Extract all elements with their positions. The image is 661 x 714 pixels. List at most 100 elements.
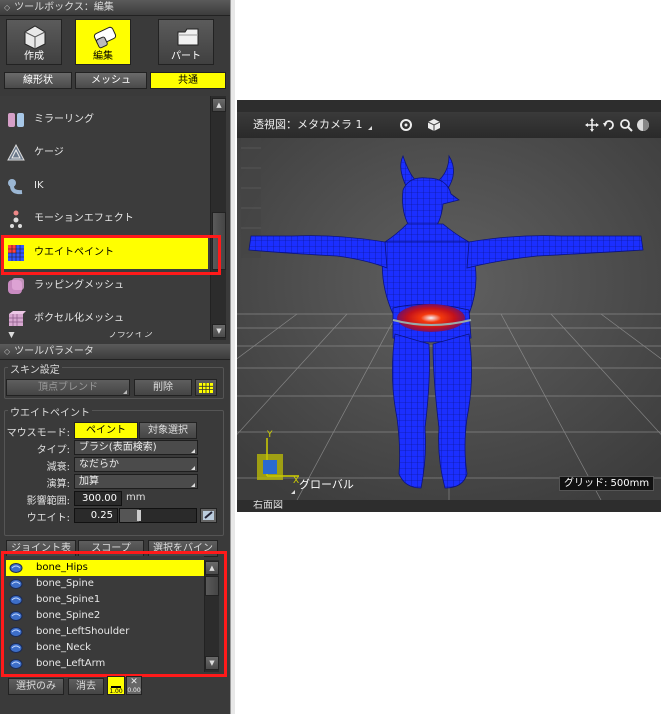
mode-label-part: パート [171,51,201,62]
weight-zero-label: 0.00 [127,687,141,694]
wrapping-mesh-icon [8,278,24,294]
bottom-view-title[interactable]: 右面図 [253,500,283,511]
dropdown-corner-icon [123,390,127,394]
cage-icon [7,143,25,161]
dropdown-corner-icon[interactable] [291,490,295,494]
tool-item-plugin-partial[interactable]: ▼ プラグイン [0,332,210,340]
vertex-blend-label: 頂点ブレンド [38,382,98,393]
influence-range-label: 影響範囲: [26,496,70,507]
weight-heatmap [397,304,465,332]
mode-button-part[interactable]: パート [158,19,214,65]
subtab-mesh[interactable]: メッシュ [75,72,147,89]
weight-one-button[interactable]: 1.00 [107,676,125,695]
ik-icon [8,179,23,195]
viewport-top-strip [237,100,661,112]
operation-value: 加算 [79,476,99,487]
move-icon[interactable] [585,118,599,132]
rotate-icon[interactable] [602,118,616,132]
influence-range-input[interactable]: 300.00 [74,491,122,506]
tool-item-motion-effect[interactable]: モーションエフェクト [2,203,208,235]
falloff-value: なだらか [79,459,119,470]
grid-icon [199,383,213,393]
collapse-icon[interactable]: ◇ [4,3,10,12]
weight-bars-icon [111,678,121,688]
tool-label: プラグイン [107,332,153,340]
voxel-mesh-icon [9,311,26,326]
mouse-mode-select-button[interactable]: 対象選択 [139,422,197,439]
motion-effect-icon [10,210,22,228]
tool-label: モーションエフェクト [34,213,134,224]
display-mode-icon[interactable] [636,118,650,132]
tool-item-cage[interactable]: ケージ [2,137,208,169]
dropdown-corner-icon [191,449,195,453]
tool-label: ラッピングメッシュ [34,280,124,291]
mode-button-create[interactable]: 作成 [6,19,62,65]
tool-label: ミラーリング [34,114,94,125]
vertex-blend-dropdown[interactable]: 頂点ブレンド [6,379,130,396]
scroll-down-icon[interactable]: ▼ [212,324,226,338]
mouse-mode-paint-button[interactable]: ペイント [74,422,138,439]
mode-label-create: 作成 [24,51,44,62]
weight-zero-button[interactable]: ✕ 0.00 [126,676,142,695]
zoom-icon[interactable] [619,118,633,132]
weight-paint-title: ウエイトペイント [8,404,92,419]
weight-slider-knob[interactable] [137,510,141,521]
clear-button[interactable]: 消去 [68,678,104,695]
target-icon[interactable] [399,118,413,132]
weight-label: ウエイト: [26,513,70,524]
tool-label: ボクセル化メッシュ [34,313,124,324]
tool-params-title: ツールパラメータ [14,346,94,357]
operation-label: 演算: [46,479,70,490]
tool-item-voxel-mesh[interactable]: ボクセル化メッシュ [2,303,208,335]
type-value: ブラシ(表面検索) [79,442,157,453]
tool-item-mirroring[interactable]: ミラーリング [2,104,208,136]
operation-dropdown[interactable]: 加算 [74,474,198,489]
cube-icon[interactable] [427,118,441,132]
select-only-button[interactable]: 選択のみ [8,678,64,695]
mode-button-edit[interactable]: 編集 [75,19,131,65]
global-label[interactable]: グローバル [299,476,354,492]
toolbox-title: ツールボックス：編集 [14,2,114,13]
collapse-icon[interactable]: ◇ [4,347,10,356]
tool-params-header[interactable]: ◇ ツールパラメータ [0,344,230,360]
grid-size-label: グリッド: 500mm [559,476,655,491]
axis-y-label: Y [267,430,273,440]
dropdown-corner-icon[interactable] [368,126,372,130]
eyedropper-icon [203,511,214,520]
dropdown-corner-icon [191,466,195,470]
tool-list: ミラーリング ケージ IK モーションエフェクト ウエイトペイント ラッピングメ… [0,96,210,340]
next-view-strip: 右面図 [237,500,661,512]
viewport-title[interactable]: 透視図：メタカメラ 1 [253,112,363,138]
influence-range-unit: mm [126,492,146,503]
toolbox-panel: ◇ ツールボックス：編集 作成 編集 パート 線形状 メッシュ 共通 ミラーリング [0,0,230,714]
subtab-line-shape[interactable]: 線形状 [4,72,72,89]
type-label: タイプ: [36,445,70,456]
viewport-scene[interactable] [237,138,661,500]
skin-delete-button[interactable]: 削除 [134,379,192,396]
perspective-viewport[interactable]: 透視図：メタカメラ 1 Y X グローバル グリッド: 500mm 右面図 [237,112,661,512]
weight-one-label: 1.00 [109,688,123,695]
viewport-header: 透視図：メタカメラ 1 [237,112,661,138]
type-dropdown[interactable]: ブラシ(表面検索) [74,440,198,455]
weight-input[interactable]: 0.25 [74,508,118,523]
scroll-up-icon[interactable]: ▲ [212,98,226,112]
panel-divider[interactable] [230,0,235,714]
skin-grid-button[interactable] [195,379,217,396]
skin-settings-title: スキン設定 [8,361,62,376]
tool-label: IK [34,180,44,191]
weight-slider[interactable] [119,508,197,523]
weight-eyedropper-button[interactable] [200,508,217,523]
mode-label-edit: 編集 [93,51,113,62]
highlight-box-bone-list [1,551,227,677]
chevron-down-icon: ▼ [8,332,15,340]
tool-item-ik[interactable]: IK [2,170,208,202]
tool-list-scrollbar[interactable]: ▲ ▼ [210,96,226,340]
toolbox-header[interactable]: ◇ ツールボックス：編集 [0,0,230,16]
falloff-label: 減衰: [46,462,70,473]
cross-icon: ✕ [130,677,138,687]
subtab-common[interactable]: 共通 [150,72,226,89]
highlight-box-weight-paint [1,235,221,275]
dropdown-corner-icon [191,483,195,487]
falloff-dropdown[interactable]: なだらか [74,457,198,472]
mirroring-icon [8,113,24,127]
